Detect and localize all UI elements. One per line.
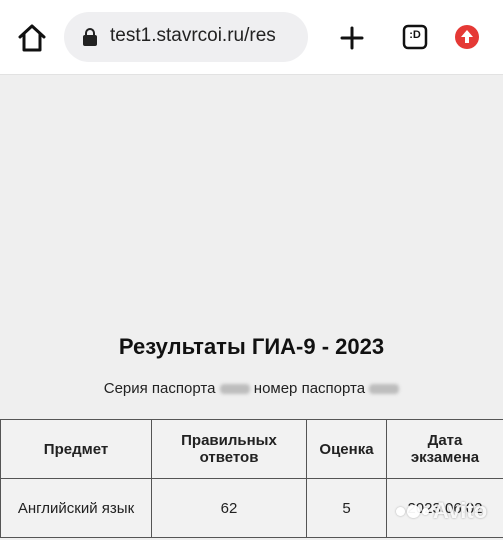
address-bar[interactable]: test1.stavrcoi.ru/res: [64, 12, 308, 62]
update-icon: [455, 25, 479, 49]
browser-toolbar: test1.stavrcoi.ru/res :D: [0, 0, 503, 75]
lock-icon: [83, 28, 97, 46]
table-header-row: Предмет Правильных ответов Оценка Дата э…: [0, 419, 503, 479]
plus-icon: [340, 26, 364, 50]
cell-grade: 5: [306, 478, 387, 538]
header-grade: Оценка: [306, 419, 387, 479]
new-tab-button[interactable]: [338, 24, 366, 52]
cell-correct: 62: [151, 478, 307, 538]
tabs-count-label: :D: [409, 29, 421, 41]
page-title: Результаты ГИА-9 - 2023: [118, 334, 385, 359]
home-button[interactable]: [14, 20, 50, 56]
watermark-logo-icon: [396, 504, 429, 518]
redacted-number: [369, 384, 400, 395]
header-correct: Правильных ответов: [151, 419, 307, 479]
tab-switcher-button[interactable]: :D: [402, 24, 428, 50]
update-button[interactable]: [454, 24, 480, 50]
passport-series-label: Серия паспорта: [103, 380, 216, 397]
redacted-series: [219, 384, 250, 395]
home-icon: [18, 24, 46, 52]
passport-number-label: номер паспорта: [253, 380, 366, 397]
cell-subject: Английский язык: [0, 478, 152, 538]
passport-info: Серия паспорта номер паспорта: [0, 380, 503, 397]
header-date: Дата экзамена: [386, 419, 503, 479]
header-subject: Предмет: [0, 419, 152, 479]
url-text: test1.stavrcoi.ru/res: [110, 25, 276, 46]
watermark: Avito: [396, 496, 496, 526]
watermark-text: Avito: [433, 498, 488, 523]
